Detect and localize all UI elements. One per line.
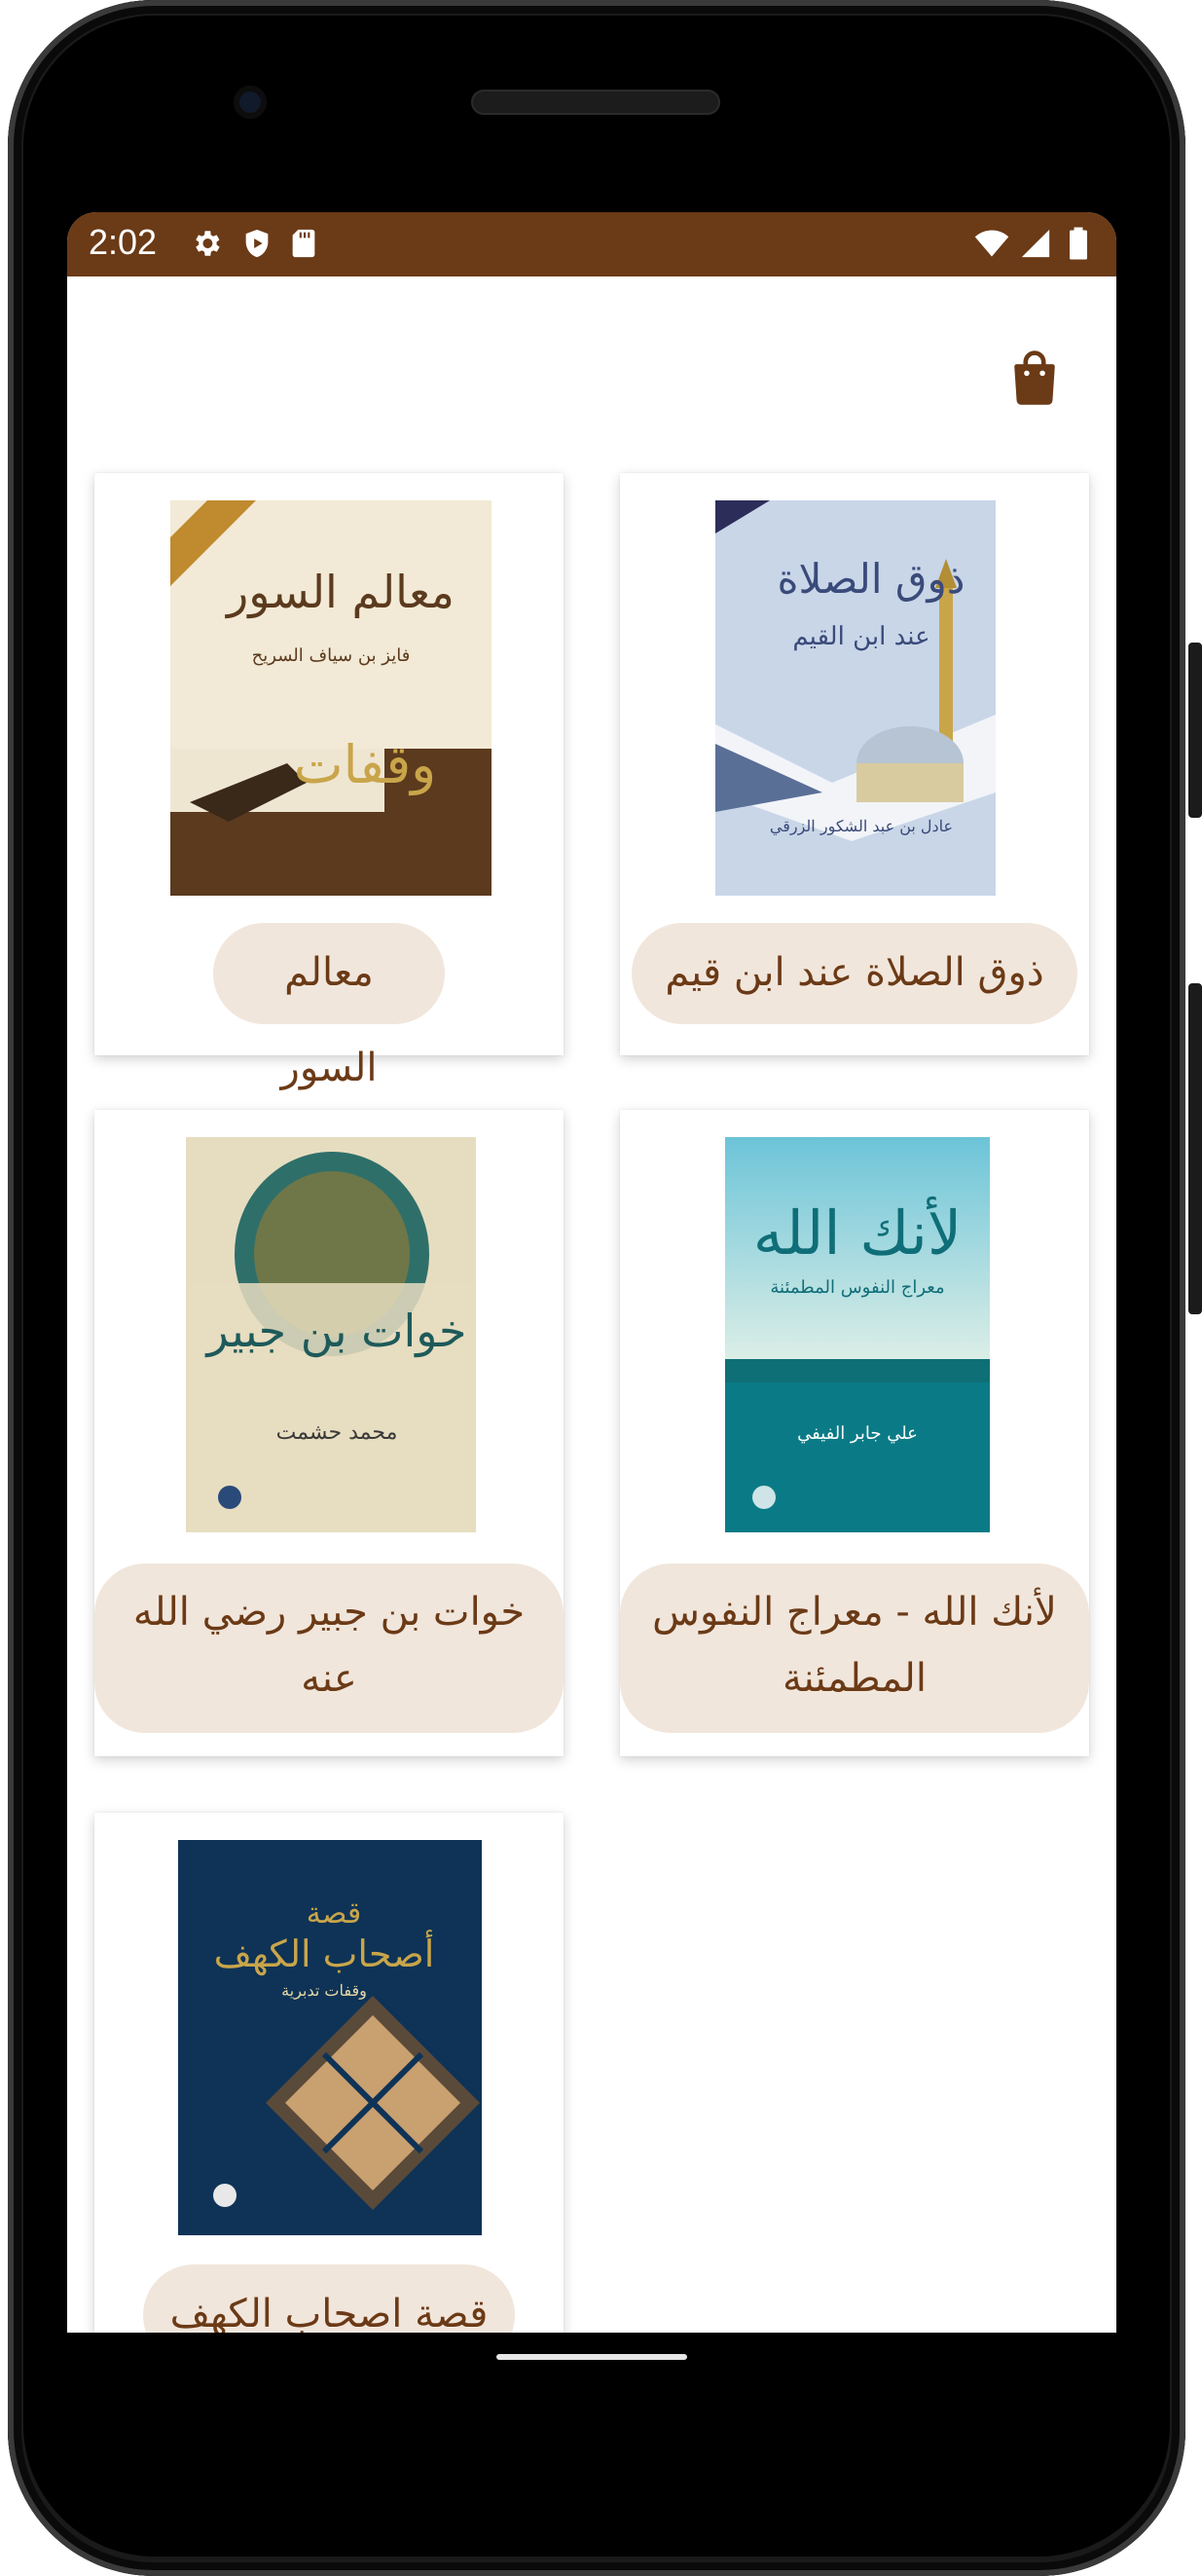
front-camera: [234, 86, 267, 119]
status-time: 2:02: [89, 222, 158, 262]
book-cover-image: خوات بن جبير محمد حشمت: [186, 1137, 476, 1532]
book-title: لأنك الله - معراج النفوس المطمئنة: [620, 1564, 1089, 1733]
book-cover-image: قصة أصحاب الكهف وقفات تدبرية: [178, 1840, 482, 2235]
book-card[interactable]: لأنك الله معراج النفوس المطمئنة علي جابر…: [620, 1110, 1089, 1756]
book-cover-image: ذوق الصلاة عند ابن القيم عادل بن عبد الش…: [715, 500, 996, 896]
book-title: خوات بن جبير رضي الله عنه: [94, 1564, 564, 1733]
book-title: ذوق الصلاة عند ابن قيم: [632, 923, 1077, 1024]
shopping-bag-icon[interactable]: [1007, 349, 1062, 407]
svg-text:لأنك الله: لأنك الله: [753, 1196, 962, 1269]
book-card[interactable]: خوات بن جبير محمد حشمت خوات بن جبير رضي …: [94, 1110, 564, 1756]
gesture-handle[interactable]: [496, 2354, 687, 2360]
book-cover-image: معالم السور فايز بن سياف السريح وقفات: [170, 500, 492, 896]
shield-icon: [245, 229, 269, 258]
volume-button: [1188, 983, 1202, 1314]
settings-icon: [196, 231, 220, 256]
earpiece-speaker: [471, 90, 720, 115]
app-screen: 2:02 ذوق الصلاة عند ابن القيم عادل بن عب…: [67, 212, 1116, 2333]
signal-icon: [1021, 229, 1050, 258]
book-card[interactable]: قصة أصحاب الكهف وقفات تدبرية قصة اصحاب ا…: [94, 1813, 564, 2333]
book-title: قصة اصحاب الكهف: [143, 2264, 515, 2333]
svg-text:أصحاب الكهف: أصحاب الكهف: [214, 1930, 435, 1976]
svg-text:عادل بن عبد الشكور الزرقي: عادل بن عبد الشكور الزرقي: [770, 817, 953, 835]
svg-text:محمد حشمت: محمد حشمت: [276, 1420, 398, 1445]
svg-text:معالم السور: معالم السور: [225, 566, 455, 619]
book-card[interactable]: معالم السور فايز بن سياف السريح وقفات مع…: [94, 473, 564, 1090]
app-bar: [67, 276, 1116, 432]
book-card[interactable]: ذوق الصلاة عند ابن القيم عادل بن عبد الش…: [620, 473, 1089, 1055]
svg-text:وقفات: وقفات: [294, 734, 437, 796]
sd-card-icon: [292, 229, 315, 258]
book-cover-image: لأنك الله معراج النفوس المطمئنة علي جابر…: [725, 1137, 990, 1532]
status-bar: 2:02: [67, 212, 1116, 276]
svg-text:عند ابن القيم: عند ابن القيم: [792, 622, 929, 651]
power-button: [1188, 643, 1202, 818]
battery-icon: [1070, 227, 1087, 260]
svg-text:خوات بن جبير: خوات بن جبير: [205, 1305, 467, 1358]
svg-text:فايز بن سياف السريح: فايز بن سياف السريح: [252, 645, 411, 666]
book-title: معالم السور: [213, 923, 445, 1090]
svg-text:وقفات تدبرية: وقفات تدبرية: [281, 1981, 367, 2000]
svg-text:علي جابر الفيفي: علي جابر الفيفي: [797, 1423, 918, 1444]
svg-text:معراج النفوس المطمئنة: معراج النفوس المطمئنة: [770, 1277, 944, 1298]
svg-text:ذوق الصلاة: ذوق الصلاة: [778, 555, 965, 604]
svg-text:قصة: قصة: [307, 1896, 361, 1931]
wifi-icon: [974, 230, 1009, 257]
phone-frame: 2:02 ذوق الصلاة عند ابن القيم عادل بن عب…: [0, 0, 1202, 2576]
